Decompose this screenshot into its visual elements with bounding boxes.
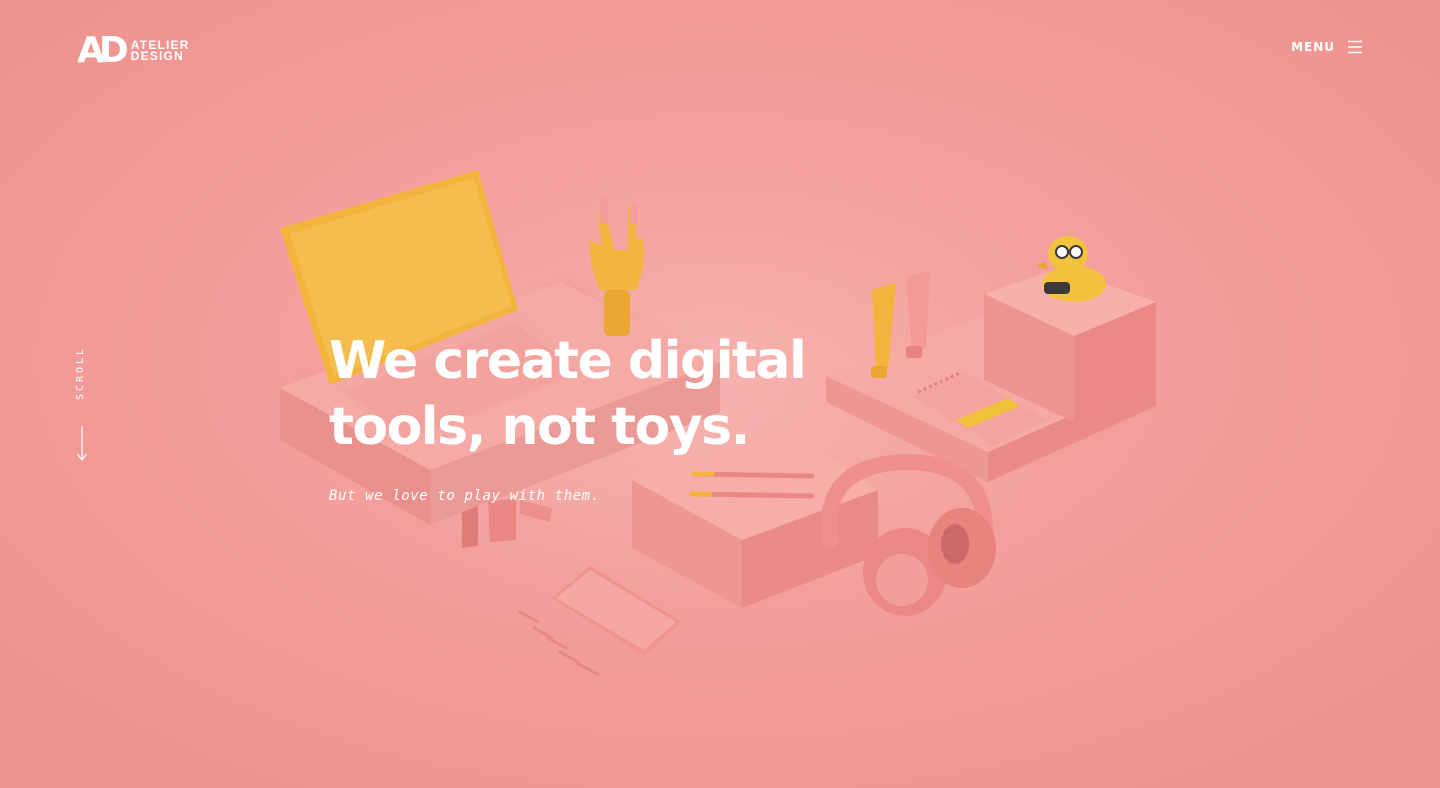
scroll-label: SCROLL bbox=[75, 345, 86, 400]
menu-label: MENU bbox=[1291, 40, 1335, 54]
scroll-indicator[interactable]: SCROLL bbox=[72, 330, 92, 470]
hamburger-icon bbox=[1348, 40, 1362, 54]
logo-wordmark: ATELIER DESIGN bbox=[130, 39, 190, 63]
hero-subtitle: But we love to play with them. bbox=[329, 488, 600, 504]
rubber-duck bbox=[1036, 236, 1106, 302]
hero-content: We create digital tools, not toys. But w… bbox=[329, 328, 889, 504]
arrow-down-icon bbox=[77, 426, 87, 461]
logo-wordmark-line2: DESIGN bbox=[130, 49, 184, 63]
hero-title-line2: tools, not toys. bbox=[329, 397, 750, 457]
logo-monogram: AD bbox=[77, 30, 129, 71]
menu-button[interactable]: MENU bbox=[1291, 40, 1362, 54]
smartphone bbox=[552, 566, 682, 656]
hero-title: We create digital tools, not toys. bbox=[329, 328, 889, 460]
brand-logo[interactable]: AD ATELIER DESIGN bbox=[77, 33, 190, 69]
paperclips bbox=[518, 610, 600, 676]
hero-title-line1: We create digital bbox=[329, 331, 807, 391]
